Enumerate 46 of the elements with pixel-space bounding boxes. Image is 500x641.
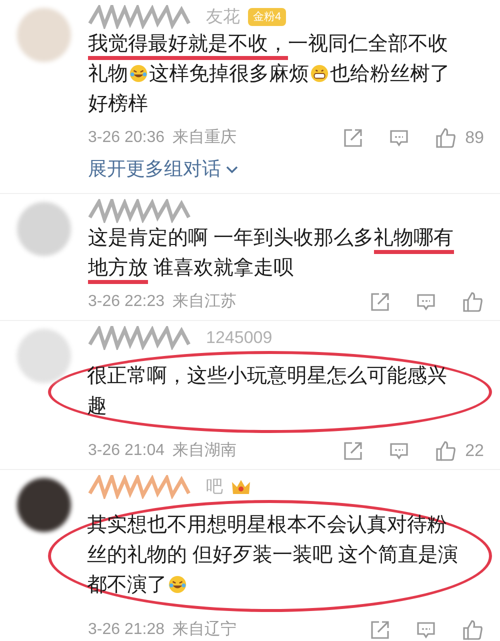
laughing-emoji-icon	[129, 64, 148, 83]
comment-time: 3-26 20:36	[88, 128, 165, 148]
comment-location: 来自湖南	[172, 440, 237, 460]
comment-text: 很正常啊，这些小玩意明星怎么可能感兴	[87, 364, 447, 388]
username[interactable]: 1245009	[206, 324, 272, 350]
fan-badge: 金粉4	[248, 8, 286, 26]
comment-text: 也给粉丝树了	[330, 62, 450, 87]
comment-icon[interactable]	[416, 620, 436, 640]
crown-icon	[231, 478, 251, 496]
comment-icon[interactable]	[416, 292, 436, 312]
comment-time: 3-26 22:23	[88, 292, 165, 312]
comment-text: 礼物哪有	[374, 226, 454, 254]
comment-location: 来自江苏	[172, 292, 237, 312]
thumbs-up-icon[interactable]	[462, 618, 484, 640]
like-count: 89	[465, 127, 484, 150]
comment-text: 趣	[87, 394, 107, 418]
username[interactable]: 友花	[206, 4, 240, 30]
expand-replies-link[interactable]: 展开更多组对话	[88, 156, 239, 184]
share-icon[interactable]	[370, 292, 390, 312]
comment-text: 我觉得最好就是不收，	[88, 32, 288, 60]
avatar[interactable]	[17, 478, 71, 532]
comment-text: 地方放	[88, 256, 148, 284]
comment-text: 好榜样	[88, 92, 148, 117]
comment-location: 来自重庆	[172, 128, 237, 148]
comment-text: 谁喜欢就拿走呗	[152, 256, 294, 280]
comment-time: 3-26 21:28	[88, 620, 165, 640]
comment-icon[interactable]	[389, 128, 410, 148]
like-count: 22	[465, 440, 484, 462]
comment-text: 这是肯定的啊 一年到头收那么多	[88, 226, 374, 250]
share-icon[interactable]	[343, 128, 364, 148]
thumbs-up-icon[interactable]	[435, 127, 458, 149]
comment-location: 来自辽宁	[172, 620, 237, 640]
comment-text: 礼物	[88, 62, 128, 87]
username[interactable]: 吧	[206, 474, 223, 500]
laughing-emoji-icon	[168, 574, 187, 594]
thumbs-up-icon[interactable]	[435, 440, 458, 462]
comment-icon[interactable]	[389, 440, 410, 460]
thumbs-up-icon[interactable]	[462, 290, 484, 312]
comment-text: 一视同仁全部不收	[288, 32, 448, 57]
comment-text: 这样免掉很多麻烦	[149, 62, 309, 87]
chevron-down-icon	[225, 165, 239, 176]
comment-text: 丝的礼物的 但好歹装一装吧 这个简直是演	[87, 542, 458, 568]
share-icon[interactable]	[343, 440, 364, 460]
grinning-emoji-icon	[310, 64, 329, 83]
share-icon[interactable]	[370, 620, 390, 640]
comment-time: 3-26 21:04	[88, 440, 165, 460]
